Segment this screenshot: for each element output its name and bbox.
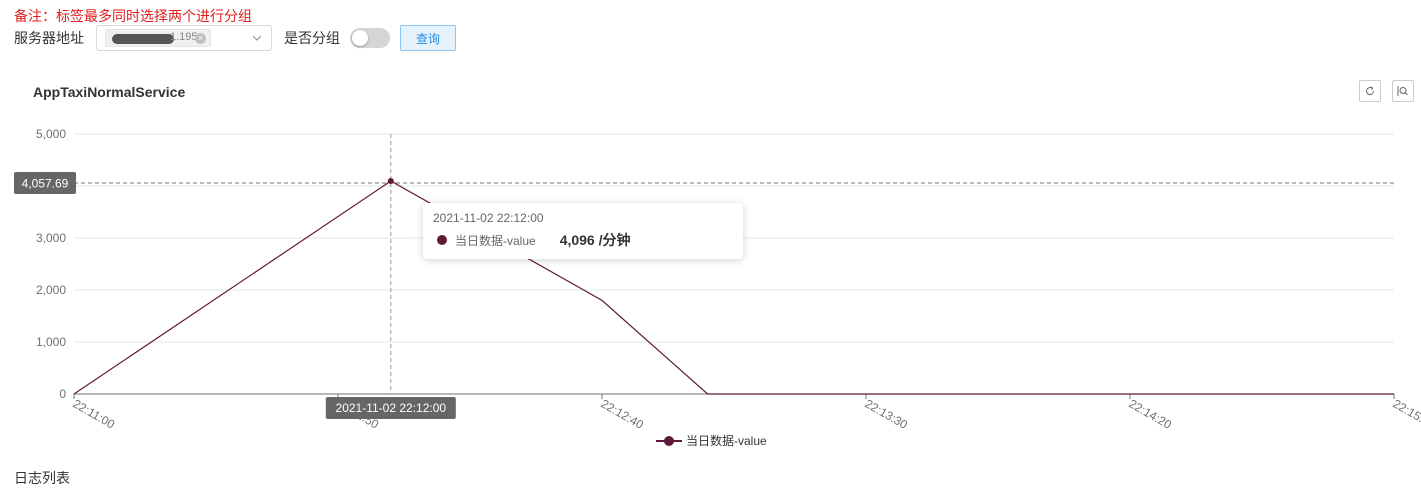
y-tick-label: 2,000 [36,283,66,297]
series-dot-icon [437,235,447,245]
x-tick-label: 22:12:40 [599,396,647,432]
y-tick-label: 5,000 [36,127,66,141]
x-crosshair-label: 2021-11-02 22:12:00 [336,401,447,415]
tooltip-value: 4,096 /分钟 [560,230,631,250]
y-tick-label: 0 [59,387,66,401]
legend-line-icon [656,434,682,448]
y-crosshair-label: 4,057.69 [22,177,69,191]
series-point [388,178,394,184]
y-tick-label: 1,000 [36,335,66,349]
x-tick-label: 22:14:20 [1127,396,1175,432]
chart-legend[interactable]: 当日数据-value [656,432,767,449]
log-list-heading: 日志列表 [14,468,70,488]
x-tick-label: 22:15:10 [1391,396,1421,432]
tooltip-series-name: 当日数据-value [455,232,536,249]
x-tick-label: 22:13:30 [863,396,911,432]
tooltip-time: 2021-11-02 22:12:00 [433,211,733,225]
y-tick-label: 3,000 [36,231,66,245]
chart-tooltip: 2021-11-02 22:12:00 当日数据-value 4,096 /分钟 [423,203,743,259]
legend-label: 当日数据-value [686,432,767,449]
x-tick-label: 22:11:00 [71,396,118,431]
